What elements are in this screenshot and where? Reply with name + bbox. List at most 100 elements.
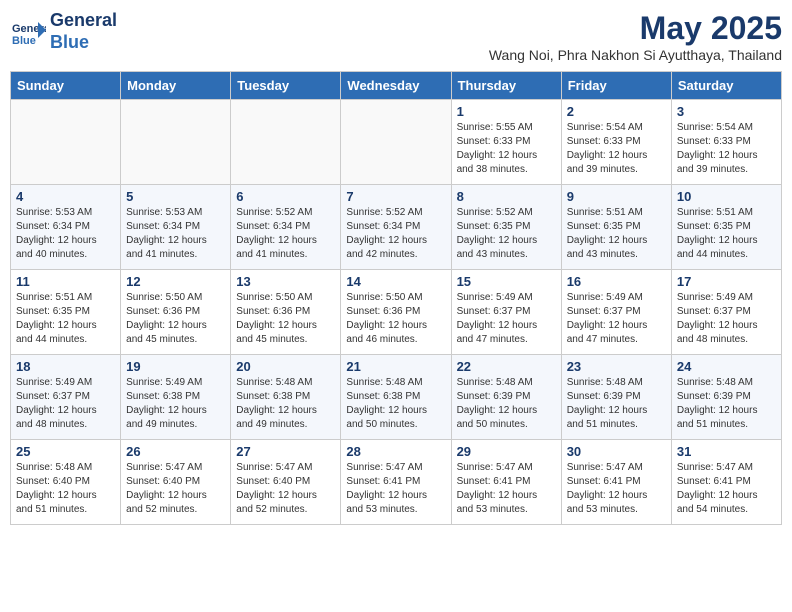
day-info: Sunrise: 5:51 AM Sunset: 6:35 PM Dayligh… xyxy=(16,291,115,347)
day-cell: 1 Sunrise: 5:55 AM Sunset: 6:33 PM Daylig… xyxy=(451,100,561,185)
day-cell: 8Sunrise: 5:52 AM Sunset: 6:35 PM Daylig… xyxy=(451,185,561,270)
day-info: Sunrise: 5:54 AM Sunset: 6:33 PM Dayligh… xyxy=(567,121,666,177)
day-info: Sunrise: 5:49 AM Sunset: 6:37 PM Dayligh… xyxy=(457,291,556,347)
day-number: 28 xyxy=(346,444,445,459)
day-number: 18 xyxy=(16,359,115,374)
day-info: Sunrise: 5:51 AM Sunset: 6:35 PM Dayligh… xyxy=(677,206,776,262)
logo-text: General Blue xyxy=(50,10,117,53)
day-info: Sunrise: 5:55 AM Sunset: 6:33 PM Dayligh… xyxy=(457,121,556,177)
svg-text:Blue: Blue xyxy=(12,35,36,47)
week-row-3: 18Sunrise: 5:49 AM Sunset: 6:37 PM Dayli… xyxy=(11,355,782,440)
calendar-table: SundayMondayTuesdayWednesdayThursdayFrid… xyxy=(10,71,782,525)
logo: General Blue General Blue xyxy=(10,10,117,53)
day-number: 6 xyxy=(236,189,335,204)
day-number: 17 xyxy=(677,274,776,289)
day-number: 20 xyxy=(236,359,335,374)
day-info: Sunrise: 5:47 AM Sunset: 6:41 PM Dayligh… xyxy=(457,461,556,517)
day-info: Sunrise: 5:47 AM Sunset: 6:40 PM Dayligh… xyxy=(126,461,225,517)
day-number: 5 xyxy=(126,189,225,204)
day-cell xyxy=(11,100,121,185)
day-info: Sunrise: 5:53 AM Sunset: 6:34 PM Dayligh… xyxy=(126,206,225,262)
day-info: Sunrise: 5:49 AM Sunset: 6:38 PM Dayligh… xyxy=(126,376,225,432)
day-number: 16 xyxy=(567,274,666,289)
header-day-monday: Monday xyxy=(121,72,231,100)
day-number: 30 xyxy=(567,444,666,459)
day-cell: 23 Sunrise: 5:48 AM Sunset: 6:39 PM Dayli… xyxy=(561,355,671,440)
header-day-thursday: Thursday xyxy=(451,72,561,100)
logo-icon: General Blue xyxy=(10,14,46,50)
day-cell: 4 Sunrise: 5:53 AM Sunset: 6:34 PM Daylig… xyxy=(11,185,121,270)
week-row-1: 4 Sunrise: 5:53 AM Sunset: 6:34 PM Daylig… xyxy=(11,185,782,270)
week-row-4: 25 Sunrise: 5:48 AM Sunset: 6:40 PM Dayli… xyxy=(11,440,782,525)
day-info: Sunrise: 5:50 AM Sunset: 6:36 PM Dayligh… xyxy=(236,291,335,347)
day-cell: 28Sunrise: 5:47 AM Sunset: 6:41 PM Dayli… xyxy=(341,440,451,525)
day-cell: 10 Sunrise: 5:51 AM Sunset: 6:35 PM Dayli… xyxy=(671,185,781,270)
day-number: 19 xyxy=(126,359,225,374)
day-info: Sunrise: 5:48 AM Sunset: 6:38 PM Dayligh… xyxy=(236,376,335,432)
header-day-tuesday: Tuesday xyxy=(231,72,341,100)
day-cell: 26 Sunrise: 5:47 AM Sunset: 6:40 PM Dayli… xyxy=(121,440,231,525)
day-number: 27 xyxy=(236,444,335,459)
day-number: 7 xyxy=(346,189,445,204)
day-info: Sunrise: 5:53 AM Sunset: 6:34 PM Dayligh… xyxy=(16,206,115,262)
day-info: Sunrise: 5:47 AM Sunset: 6:40 PM Dayligh… xyxy=(236,461,335,517)
day-cell: 15 Sunrise: 5:49 AM Sunset: 6:37 PM Dayli… xyxy=(451,270,561,355)
day-info: Sunrise: 5:54 AM Sunset: 6:33 PM Dayligh… xyxy=(677,121,776,177)
header-day-saturday: Saturday xyxy=(671,72,781,100)
title-area: May 2025 Wang Noi, Phra Nakhon Si Ayutth… xyxy=(489,10,782,63)
day-cell: 16 Sunrise: 5:49 AM Sunset: 6:37 PM Dayli… xyxy=(561,270,671,355)
day-cell: 20 Sunrise: 5:48 AM Sunset: 6:38 PM Dayli… xyxy=(231,355,341,440)
day-number: 12 xyxy=(126,274,225,289)
header-day-friday: Friday xyxy=(561,72,671,100)
day-number: 23 xyxy=(567,359,666,374)
day-cell: 30Sunrise: 5:47 AM Sunset: 6:41 PM Dayli… xyxy=(561,440,671,525)
header-row: SundayMondayTuesdayWednesdayThursdayFrid… xyxy=(11,72,782,100)
day-cell xyxy=(341,100,451,185)
month-title: May 2025 xyxy=(489,10,782,47)
location-title: Wang Noi, Phra Nakhon Si Ayutthaya, Thai… xyxy=(489,47,782,63)
day-number: 11 xyxy=(16,274,115,289)
day-number: 10 xyxy=(677,189,776,204)
day-cell: 7 Sunrise: 5:52 AM Sunset: 6:34 PM Daylig… xyxy=(341,185,451,270)
day-number: 2 xyxy=(567,104,666,119)
day-number: 31 xyxy=(677,444,776,459)
day-cell: 29 Sunrise: 5:47 AM Sunset: 6:41 PM Dayli… xyxy=(451,440,561,525)
day-number: 3 xyxy=(677,104,776,119)
day-info: Sunrise: 5:48 AM Sunset: 6:40 PM Dayligh… xyxy=(16,461,115,517)
day-number: 15 xyxy=(457,274,556,289)
day-cell: 27 Sunrise: 5:47 AM Sunset: 6:40 PM Dayli… xyxy=(231,440,341,525)
day-info: Sunrise: 5:48 AM Sunset: 6:39 PM Dayligh… xyxy=(567,376,666,432)
day-info: Sunrise: 5:49 AM Sunset: 6:37 PM Dayligh… xyxy=(567,291,666,347)
day-cell: 25 Sunrise: 5:48 AM Sunset: 6:40 PM Dayli… xyxy=(11,440,121,525)
day-cell: 14Sunrise: 5:50 AM Sunset: 6:36 PM Dayli… xyxy=(341,270,451,355)
day-info: Sunrise: 5:48 AM Sunset: 6:39 PM Dayligh… xyxy=(677,376,776,432)
header-day-wednesday: Wednesday xyxy=(341,72,451,100)
day-cell: 2 Sunrise: 5:54 AM Sunset: 6:33 PM Daylig… xyxy=(561,100,671,185)
day-info: Sunrise: 5:49 AM Sunset: 6:37 PM Dayligh… xyxy=(677,291,776,347)
header-day-sunday: Sunday xyxy=(11,72,121,100)
day-number: 4 xyxy=(16,189,115,204)
day-info: Sunrise: 5:52 AM Sunset: 6:34 PM Dayligh… xyxy=(346,206,445,262)
week-row-0: 1 Sunrise: 5:55 AM Sunset: 6:33 PM Daylig… xyxy=(11,100,782,185)
day-number: 9 xyxy=(567,189,666,204)
day-number: 25 xyxy=(16,444,115,459)
day-cell: 12Sunrise: 5:50 AM Sunset: 6:36 PM Dayli… xyxy=(121,270,231,355)
day-number: 29 xyxy=(457,444,556,459)
day-cell xyxy=(121,100,231,185)
week-row-2: 11 Sunrise: 5:51 AM Sunset: 6:35 PM Dayli… xyxy=(11,270,782,355)
day-cell: 13Sunrise: 5:50 AM Sunset: 6:36 PM Dayli… xyxy=(231,270,341,355)
day-cell xyxy=(231,100,341,185)
day-cell: 11 Sunrise: 5:51 AM Sunset: 6:35 PM Dayli… xyxy=(11,270,121,355)
day-info: Sunrise: 5:50 AM Sunset: 6:36 PM Dayligh… xyxy=(346,291,445,347)
day-cell: 6 Sunrise: 5:52 AM Sunset: 6:34 PM Daylig… xyxy=(231,185,341,270)
day-info: Sunrise: 5:52 AM Sunset: 6:34 PM Dayligh… xyxy=(236,206,335,262)
day-info: Sunrise: 5:47 AM Sunset: 6:41 PM Dayligh… xyxy=(677,461,776,517)
day-cell: 31 Sunrise: 5:47 AM Sunset: 6:41 PM Dayli… xyxy=(671,440,781,525)
day-number: 1 xyxy=(457,104,556,119)
day-number: 26 xyxy=(126,444,225,459)
day-number: 24 xyxy=(677,359,776,374)
day-number: 22 xyxy=(457,359,556,374)
day-cell: 24 Sunrise: 5:48 AM Sunset: 6:39 PM Dayli… xyxy=(671,355,781,440)
day-cell: 19 Sunrise: 5:49 AM Sunset: 6:38 PM Dayli… xyxy=(121,355,231,440)
day-cell: 17 Sunrise: 5:49 AM Sunset: 6:37 PM Dayli… xyxy=(671,270,781,355)
